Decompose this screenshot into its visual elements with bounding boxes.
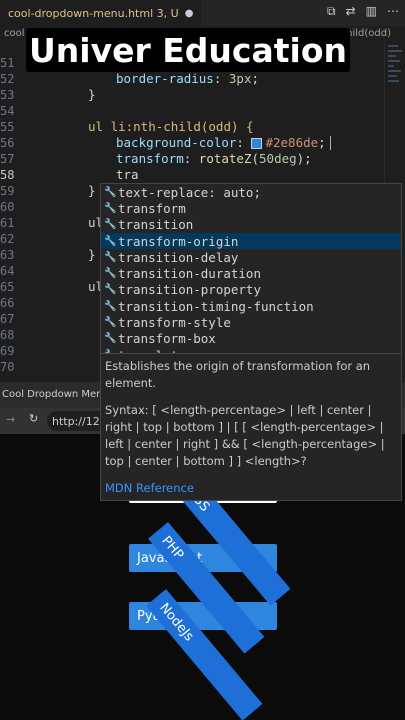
- line-number: 65: [0, 280, 15, 294]
- mdn-reference-link[interactable]: MDN Reference: [105, 480, 194, 497]
- code-line-51: border-radius: 3px;: [116, 71, 260, 86]
- suggestion-item[interactable]: 🔧 transition-property: [101, 282, 401, 298]
- line-number: 70: [0, 360, 15, 374]
- line-number: 59: [0, 184, 15, 198]
- layout-icon[interactable]: ▥: [366, 4, 377, 19]
- forward-arrow-icon[interactable]: →: [6, 413, 15, 426]
- line-number: 63: [0, 248, 15, 262]
- code-line-57: tra: [116, 167, 139, 182]
- line-number: 53: [0, 88, 15, 102]
- suggestion-item[interactable]: 🔧 transition-duration: [101, 265, 401, 281]
- breadcrumb-file[interactable]: cool: [4, 28, 25, 39]
- tab-filename: cool-dropdown-menu.html: [8, 6, 154, 20]
- property-icon: 🔧: [104, 284, 117, 296]
- line-number: 66: [0, 296, 15, 310]
- code-line-60: }: [88, 247, 96, 262]
- text-cursor: [330, 136, 331, 150]
- docs-description: Establishes the origin of transformation…: [105, 359, 371, 390]
- unsaved-dot-icon: ●: [184, 7, 194, 19]
- line-number: 69: [0, 344, 15, 358]
- line-number: 64: [0, 264, 15, 278]
- suggestion-docs-panel: Establishes the origin of transformation…: [100, 353, 402, 501]
- line-number: 61: [0, 216, 15, 230]
- channel-banner: Univer Education: [26, 28, 350, 72]
- reload-icon[interactable]: ↻: [29, 412, 38, 425]
- line-number: 55: [0, 120, 15, 134]
- line-number-active: 58: [0, 168, 15, 182]
- more-icon[interactable]: ⋯: [387, 4, 399, 19]
- tab-status: 3, U: [156, 6, 179, 20]
- line-number: 52: [0, 72, 15, 86]
- compare-icon[interactable]: ⇄: [346, 4, 356, 19]
- property-icon: 🔧: [104, 219, 117, 231]
- line-number: 60: [0, 200, 15, 214]
- code-line-55: background-color: #2e86de;: [116, 135, 326, 150]
- property-icon: 🔧: [104, 333, 117, 345]
- docs-syntax: Syntax: [ <length-percentage> | left | c…: [105, 403, 385, 468]
- suggestion-item[interactable]: 🔧 transition-delay: [101, 249, 401, 265]
- property-icon: 🔧: [104, 317, 117, 329]
- property-icon: 🔧: [104, 202, 117, 214]
- code-line-52: }: [88, 87, 96, 102]
- line-number: 57: [0, 152, 15, 166]
- suggestion-list: 🔧 text-replace: auto; 🔧 transform 🔧 transit…: [100, 183, 402, 355]
- suggestion-item[interactable]: 🔧 transform: [101, 200, 401, 216]
- suggestion-item[interactable]: 🔧 text-replace: auto;: [101, 184, 401, 200]
- suggestion-item[interactable]: 🔧 transform-box: [101, 331, 401, 347]
- editor-actions: ⧉ ⇄ ▥ ⋯: [327, 4, 399, 19]
- browser-window-title: Cool Dropdown Menu: [2, 389, 109, 400]
- line-number: 67: [0, 312, 15, 326]
- property-icon: 🔧: [104, 251, 117, 263]
- suggestion-item[interactable]: 🔧 transform-style: [101, 314, 401, 330]
- code-line-58: }: [88, 183, 96, 198]
- code-line-54: ul li:nth-child(odd) {: [88, 119, 254, 134]
- property-icon: 🔧: [104, 268, 117, 280]
- property-icon: 🔧: [104, 235, 117, 247]
- code-line-56: transform: rotateZ(50deg);: [116, 151, 312, 166]
- line-number: 51: [0, 56, 15, 70]
- property-icon: 🔧: [104, 300, 117, 312]
- line-number: 54: [0, 104, 15, 118]
- editor-tabbar: cool-dropdown-menu.html 3, U ● ⧉ ⇄ ▥ ⋯: [0, 0, 405, 26]
- property-icon: 🔧: [104, 186, 117, 198]
- suggestion-item[interactable]: 🔧 transition: [101, 217, 401, 233]
- line-number: 62: [0, 232, 15, 246]
- split-editor-icon[interactable]: ⧉: [327, 4, 336, 19]
- address-bar-url: http://127: [52, 415, 107, 428]
- line-number: 56: [0, 136, 15, 150]
- color-swatch-icon[interactable]: [251, 138, 263, 149]
- line-number: 68: [0, 328, 15, 342]
- tab-cool-dropdown-menu[interactable]: cool-dropdown-menu.html 3, U ●: [0, 0, 202, 26]
- suggestion-item-selected[interactable]: 🔧 transform-origin: [101, 232, 401, 250]
- suggestion-item[interactable]: 🔧 transition-timing-function: [101, 298, 401, 314]
